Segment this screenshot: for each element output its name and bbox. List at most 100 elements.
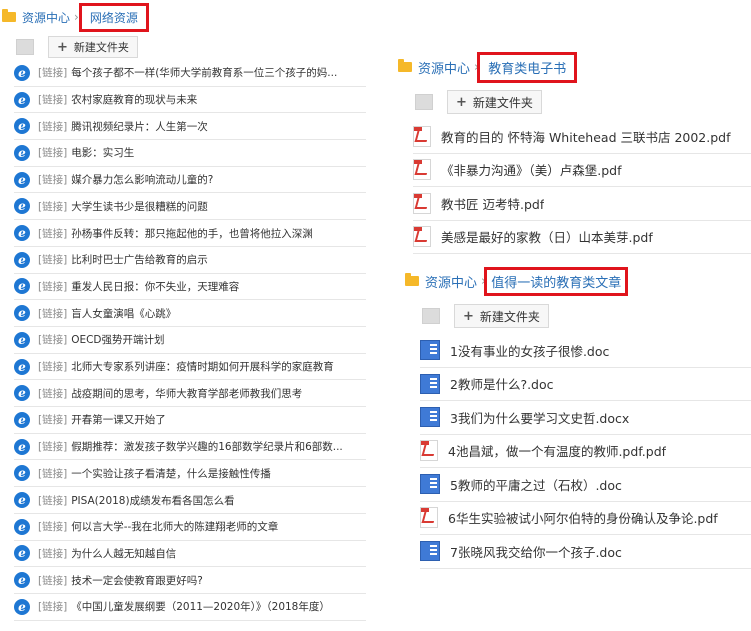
list-item[interactable]: e [链接] 战疫期间的思考，华师大教育学部老师教我们思考 (14, 380, 366, 408)
file-name[interactable]: 教书匠 迈考特.pdf (441, 194, 544, 213)
link-tag: [链接] (38, 280, 68, 293)
select-all-checkbox[interactable] (422, 308, 440, 324)
list-item[interactable]: e [链接] 电影：实习生 (14, 140, 366, 167)
file-name[interactable]: 5教师的平庸之过（石枚）.doc (450, 475, 622, 494)
file-row[interactable]: 3我们为什么要学习文史哲.docx (420, 401, 751, 435)
link-tag: [链接] (38, 441, 68, 454)
file-name[interactable]: 6华生实验被试小阿尔伯特的身份确认及争论.pdf (448, 508, 718, 527)
list-item-title[interactable]: 何以言大学--我在北师大的陈建翔老师的文章 (71, 519, 278, 534)
file-name[interactable]: 美感是最好的家教（日）山本美芽.pdf (441, 227, 653, 246)
list-item-title[interactable]: 腾讯视频纪录片：人生第一次 (71, 119, 208, 134)
list-item-title[interactable]: 每个孩子都不一样(华师大学前教育系一位三个孩子的妈... (71, 65, 337, 80)
file-name[interactable]: 7张晓风我交给你一个孩子.doc (450, 542, 622, 561)
pdf-file-icon (413, 226, 431, 248)
link-tag: [链接] (38, 361, 68, 374)
file-row[interactable]: 2教师是什么?.doc (420, 368, 751, 401)
select-all-checkbox[interactable] (415, 94, 433, 110)
file-name[interactable]: 4池昌斌，做一个有温度的教师.pdf.pdf (448, 441, 666, 460)
list-item[interactable]: e [链接] 重发人民日报：你不失业，天理难容 (14, 274, 366, 301)
list-item-title[interactable]: 电影：实习生 (71, 145, 134, 160)
link-tag: [链接] (38, 521, 68, 534)
file-row[interactable]: 4池昌斌，做一个有温度的教师.pdf.pdf (420, 435, 751, 468)
ie-link-icon: e (14, 144, 30, 161)
list-item-title[interactable]: 开春第一课又开始了 (71, 412, 166, 427)
list-item-title[interactable]: OECD强势开端计划 (71, 332, 164, 347)
file-row[interactable]: 5教师的平庸之过（石枚）.doc (420, 468, 751, 502)
list-item[interactable]: e [链接] 孙杨事件反转：那只拖起他的手，也曾将他拉入深渊 (14, 220, 366, 247)
list-item[interactable]: e [链接] 北师大专家系列讲座：疫情时期如何开展科学的家庭教育 (14, 354, 366, 381)
list-item-title[interactable]: 战疫期间的思考，华师大教育学部老师教我们思考 (71, 386, 302, 401)
list-item[interactable]: e [链接] 《中国儿童发展纲要（2011—2020年）》（2018年度） (14, 594, 366, 621)
file-name[interactable]: 2教师是什么?.doc (450, 374, 554, 393)
list-item[interactable]: e [链接] 农村家庭教育的现状与未来 (14, 87, 366, 114)
breadcrumb-root[interactable]: 资源中心 (22, 9, 70, 26)
ie-link-icon: e (14, 225, 30, 242)
folder-icon (2, 9, 16, 22)
new-folder-button[interactable]: + 新建文件夹 (454, 304, 549, 328)
new-folder-label: 新建文件夹 (73, 41, 129, 54)
list-item[interactable]: e [链接] 何以言大学--我在北师大的陈建翔老师的文章 (14, 514, 366, 541)
list-item[interactable]: e [链接] 媒介暴力怎么影响流动儿童的? (14, 167, 366, 194)
list-item-title[interactable]: 重发人民日报：你不失业，天理难容 (71, 279, 239, 294)
breadcrumb-current[interactable]: 教育类电子书 (477, 51, 578, 83)
file-row[interactable]: 1没有事业的女孩子很惨.doc (420, 334, 751, 368)
list-item-title[interactable]: 盲人女童演唱《心跳》 (71, 306, 176, 321)
list-item-title[interactable]: 假期推荐：激发孩子数学兴趣的16部数学纪录片和6部数... (71, 439, 343, 454)
pdf-file-icon (420, 440, 438, 462)
pdf-file-icon (413, 125, 431, 147)
list-item[interactable]: e [链接] OECD强势开端计划 (14, 327, 366, 354)
file-row[interactable]: 7张晓风我交给你一个孩子.doc (420, 535, 751, 569)
list-item[interactable]: e [链接] 一个实验让孩子看清楚，什么是接触性传播 (14, 461, 366, 488)
list-item-title[interactable]: 农村家庭教育的现状与未来 (71, 92, 197, 107)
file-name[interactable]: 3我们为什么要学习文史哲.docx (450, 408, 629, 427)
link-tag: [链接] (38, 67, 68, 80)
list-item-title[interactable]: 孙杨事件反转：那只拖起他的手，也曾将他拉入深渊 (71, 226, 313, 241)
list-item-title[interactable]: 为什么人越无知越自信 (71, 546, 176, 561)
ie-link-icon: e (14, 572, 30, 589)
file-row[interactable]: 教育的目的 怀特海 Whitehead 三联书店 2002.pdf (413, 120, 751, 154)
file-name[interactable]: 《非暴力沟通》（美）卢森堡.pdf (441, 160, 622, 179)
link-tag: [链接] (38, 601, 68, 614)
list-item[interactable]: e [链接] 盲人女童演唱《心跳》 (14, 300, 366, 327)
list-item[interactable]: e [链接] 腾讯视频纪录片：人生第一次 (14, 113, 366, 141)
list-item[interactable]: e [链接] PISA(2018)成绩发布看各国怎么看 (14, 487, 366, 514)
breadcrumb-current[interactable]: 值得一读的教育类文章 (484, 266, 629, 296)
pdf-file-icon (413, 159, 431, 181)
file-name[interactable]: 教育的目的 怀特海 Whitehead 三联书店 2002.pdf (441, 127, 731, 146)
new-folder-button[interactable]: + 新建文件夹 (447, 90, 542, 114)
link-tag: [链接] (38, 200, 68, 213)
file-row[interactable]: 教书匠 迈考特.pdf (413, 187, 751, 221)
list-item-title[interactable]: 一个实验让孩子看清楚，什么是接触性传播 (71, 466, 271, 481)
list-item[interactable]: e [链接] 开春第一课又开始了 (14, 407, 366, 434)
pdf-file-icon (420, 507, 438, 529)
file-row[interactable]: 《非暴力沟通》（美）卢森堡.pdf (413, 154, 751, 187)
ie-link-icon: e (14, 358, 30, 375)
list-item-title[interactable]: 比利时巴士广告给教育的启示 (71, 252, 208, 267)
breadcrumb-root[interactable]: 资源中心 (425, 272, 477, 291)
breadcrumb-current[interactable]: 网络资源 (78, 2, 149, 32)
list-item[interactable]: e [链接] 为什么人越无知越自信 (14, 541, 366, 568)
link-tag: [链接] (38, 414, 68, 427)
select-all-checkbox[interactable] (16, 39, 34, 55)
list-item-title[interactable]: 技术一定会使教育跟更好吗? (71, 573, 203, 588)
breadcrumb-root[interactable]: 资源中心 (418, 58, 470, 77)
list-item-title[interactable]: 《中国儿童发展纲要（2011—2020年）》（2018年度） (71, 599, 330, 614)
list-item[interactable]: e [链接] 大学生读书少是很糟糕的问题 (14, 194, 366, 221)
list-item-title[interactable]: 大学生读书少是很糟糕的问题 (71, 199, 208, 214)
list-item-title[interactable]: 北师大专家系列讲座：疫情时期如何开展科学的家庭教育 (71, 359, 334, 374)
folder-icon (398, 59, 412, 72)
file-row[interactable]: 美感是最好的家教（日）山本美芽.pdf (413, 221, 751, 254)
new-folder-button[interactable]: + 新建文件夹 (48, 36, 138, 58)
link-tag: [链接] (38, 307, 68, 320)
list-item[interactable]: e [链接] 假期推荐：激发孩子数学兴趣的16部数学纪录片和6部数... (14, 434, 366, 461)
file-row[interactable]: 6华生实验被试小阿尔伯特的身份确认及争论.pdf (420, 502, 751, 535)
list-item[interactable]: e [链接] 比利时巴士广告给教育的启示 (14, 247, 366, 274)
file-name[interactable]: 1没有事业的女孩子很惨.doc (450, 341, 609, 360)
list-item[interactable]: e [链接] 技术一定会使教育跟更好吗? (14, 567, 366, 594)
new-folder-label: 新建文件夹 (472, 95, 533, 110)
list-item-title[interactable]: 媒介暴力怎么影响流动儿童的? (71, 172, 213, 187)
list-item-title[interactable]: PISA(2018)成绩发布看各国怎么看 (71, 493, 234, 508)
link-tag: [链接] (38, 547, 68, 560)
breadcrumb: 资源中心 › 网络资源 (2, 2, 149, 32)
list-item[interactable]: e [链接] 每个孩子都不一样(华师大学前教育系一位三个孩子的妈... (14, 60, 366, 87)
